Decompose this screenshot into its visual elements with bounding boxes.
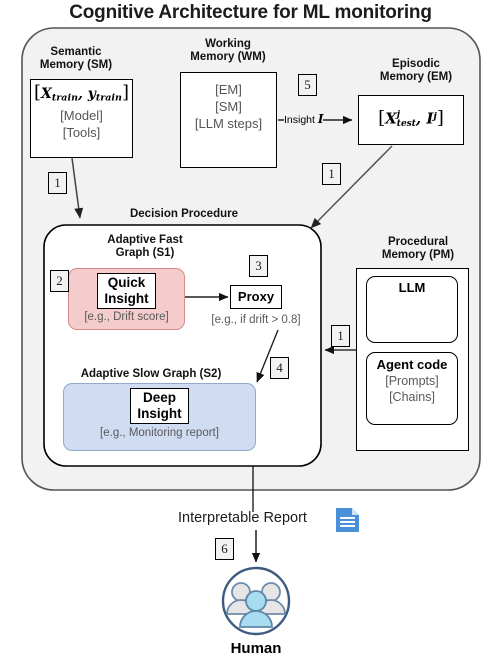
sm-x-subscript: train [51,92,78,104]
semantic-memory-item-model: [Model] [60,107,103,123]
quick-insight-box: Quick Insight [e.g., Drift score] [68,268,185,330]
agent-code-label: Agent code [376,357,448,372]
decision-procedure-caption: Decision Procedure [129,208,238,220]
working-memory-item-em: [EM] [215,82,242,97]
semantic-memory-item-tools: [Tools] [62,124,101,140]
llm-label: LLM [398,280,426,295]
step-badge-em-to-decision: 1 [322,163,341,185]
em-x-superscript: j [396,109,401,120]
step-badge-sm-to-decision: 1 [48,172,67,194]
em-x-subscript: test [396,118,416,129]
semantic-memory-caption-line2: Memory (SM) [39,59,113,71]
quick-insight-example: [e.g., Drift score] [84,311,169,323]
insight-link-label: Insight I [284,112,324,126]
agent-code-box: Agent code [Prompts] [Chains] [366,352,458,425]
deep-insight-example: [e.g., Monitoring report] [100,427,219,439]
proxy-box: Proxy [230,285,282,309]
fast-graph-caption-line1: Adaptive Fast [107,234,183,246]
episodic-memory-caption: Episodic Memory (EM) [352,58,480,84]
fast-graph-caption-line2: Graph (S1) [115,247,175,259]
step-badge-report-to-human: 6 [215,538,234,560]
step-badge-wm-to-em: 5 [298,74,317,96]
page-title: Cognitive Architecture for ML monitoring [69,2,432,23]
quick-insight-core: Quick Insight [97,273,156,309]
working-memory-item-sm: [SM] [215,99,242,114]
episodic-memory-caption-line1: Episodic [392,58,440,70]
semantic-memory-caption-line1: Semantic [50,46,102,58]
working-memory-caption: Working Memory (WM) [165,38,291,64]
episodic-memory-data: [X j test, Ij] [378,107,444,129]
fast-graph-caption: Adaptive Fast Graph (S1) [73,234,217,260]
step-badge-to-slow-graph: 4 [270,357,289,379]
interpretable-report-label: Interpretable Report [178,510,307,526]
human-label: Human [230,640,282,657]
quick-insight-line1: Quick [107,275,146,290]
deep-insight-core: Deep Insight [130,388,189,424]
deep-insight-line1: Deep [142,390,176,405]
working-memory-caption-line1: Working [205,38,251,50]
procedural-memory-caption-line1: Procedural [387,236,449,248]
working-memory-item-llm-steps: [LLM steps] [194,116,263,131]
proxy-label: Proxy [237,289,275,304]
semantic-memory-data: [Xtrain, ytrain] [34,82,129,104]
working-memory-box: [EM] [SM] [LLM steps] [180,72,277,168]
procedural-memory-caption: Procedural Memory (PM) [348,236,488,262]
episodic-memory-box: [X j test, Ij] [358,95,464,145]
insight-label-text: Insight [284,114,318,126]
people-icon [221,566,291,636]
semantic-memory-caption: Semantic Memory (SM) [16,46,136,72]
insight-label-symbol: I [317,112,324,126]
step-badge-proxy: 3 [249,255,268,277]
semantic-memory-box: [Xtrain, ytrain] [Model] [Tools] [30,79,133,158]
slow-graph-caption: Adaptive Slow Graph (S2) [80,368,222,380]
sm-y-subscript: train [95,92,122,104]
deep-insight-line2: Insight [137,406,182,421]
step-badge-pm-to-decision: 1 [331,325,350,347]
document-icon [336,508,359,532]
llm-box: LLM [366,276,458,343]
step-badge-fast-graph: 2 [50,270,69,292]
agent-code-item-prompts: [Prompts] [385,374,439,388]
quick-insight-line2: Insight [104,291,149,306]
deep-insight-box: Deep Insight [e.g., Monitoring report] [63,383,256,451]
proxy-example: [e.g., if drift > 0.8] [211,314,301,326]
working-memory-caption-line2: Memory (WM) [190,51,266,63]
procedural-memory-caption-line2: Memory (PM) [381,249,455,261]
agent-code-item-chains: [Chains] [389,390,435,404]
episodic-memory-caption-line2: Memory (EM) [379,71,453,83]
